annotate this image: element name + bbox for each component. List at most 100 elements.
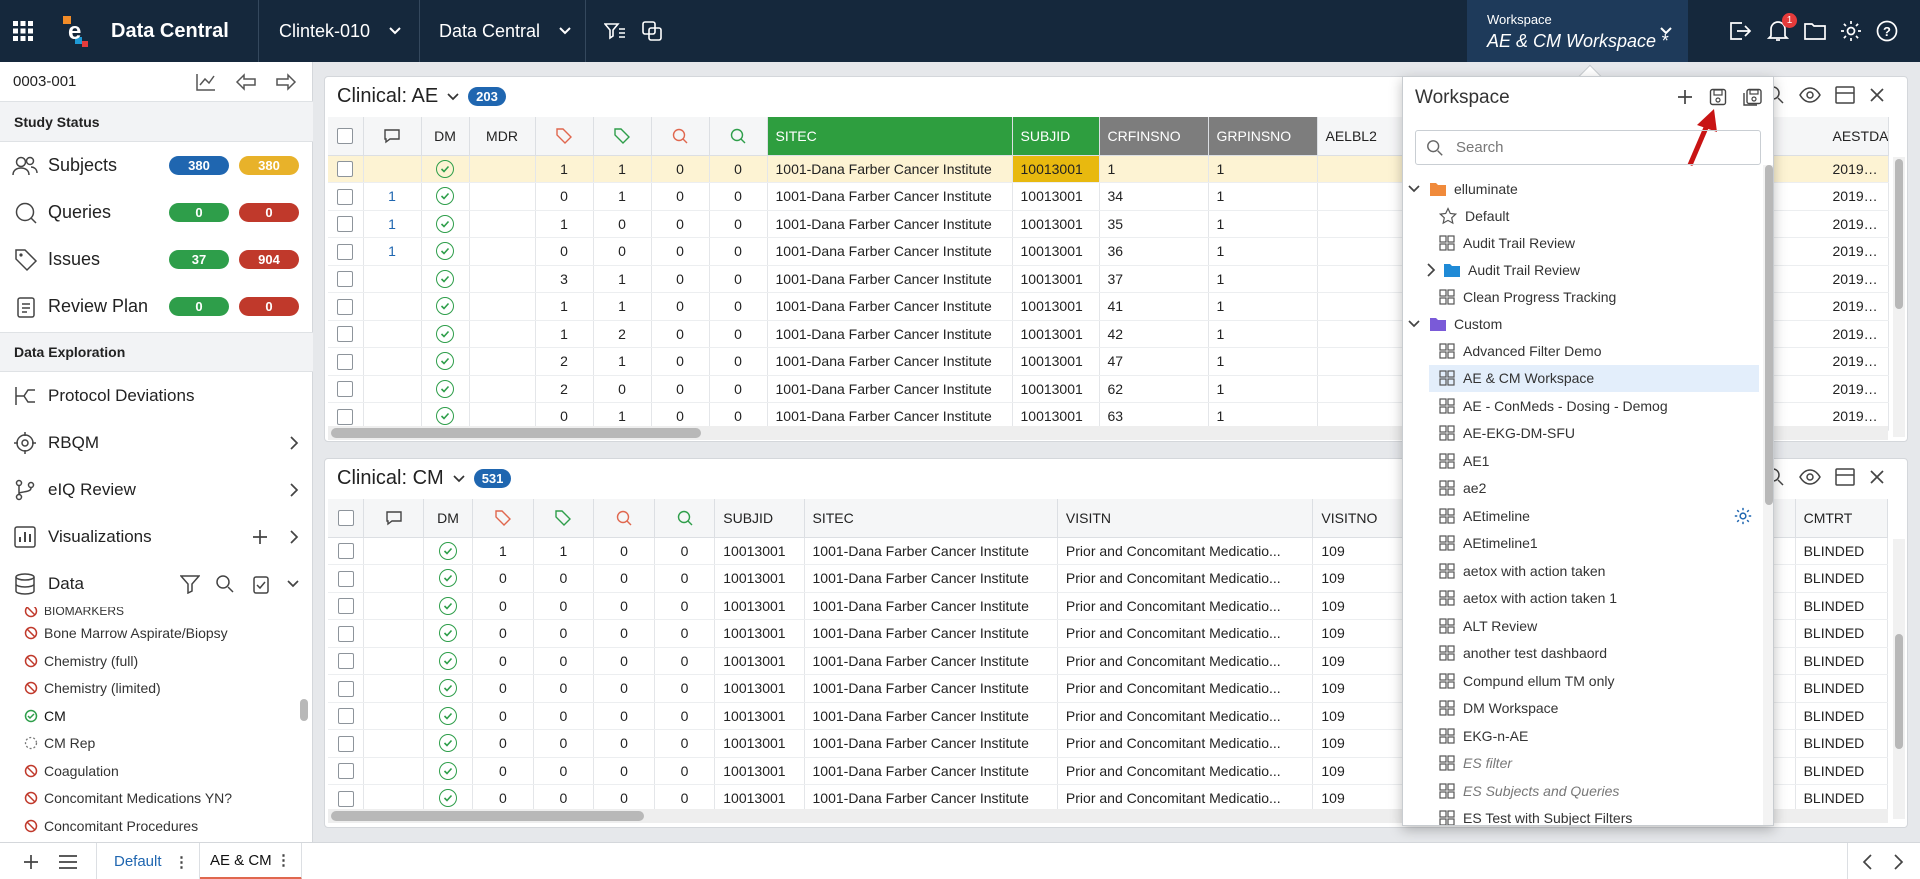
status-subjects[interactable]: Subjects 380 380 (0, 142, 313, 189)
comment-count[interactable] (363, 265, 422, 293)
comment-cell[interactable] (363, 647, 424, 675)
workspace-item[interactable]: AE-EKG-DM-SFU (1429, 420, 1575, 447)
cell[interactable]: 0 (709, 155, 768, 183)
vertical-scrollbar[interactable] (1893, 157, 1905, 437)
search-icon[interactable] (215, 574, 235, 594)
help-icon[interactable]: ? (1876, 0, 1898, 62)
query-header[interactable] (651, 117, 710, 156)
nav-eiq-review[interactable]: eIQ Review (0, 466, 313, 513)
cell[interactable]: 0 (472, 674, 534, 703)
status-queries[interactable]: Queries 0 0 (0, 189, 313, 236)
scroll-thumb[interactable] (331, 428, 701, 438)
cell[interactable]: 0 (533, 702, 595, 730)
column-header[interactable]: SUBJID (1012, 117, 1100, 156)
cell[interactable]: 0 (709, 320, 768, 348)
row-checkbox[interactable] (328, 592, 365, 620)
cell[interactable]: 0 (472, 564, 534, 593)
workspace-item[interactable]: AEtimeline (1429, 502, 1752, 529)
row-checkbox[interactable] (328, 292, 364, 321)
tab-ae-cm[interactable]: AE & CM ⋮ (200, 843, 302, 879)
row-checkbox[interactable] (328, 537, 365, 565)
cell[interactable]: 0 (651, 292, 710, 321)
workspace-item[interactable]: AE & CM Workspace (1429, 364, 1759, 392)
layout-icon[interactable] (1835, 86, 1855, 104)
nav-visualizations[interactable]: Visualizations (0, 513, 313, 560)
workspace-item[interactable]: ES filter (1429, 750, 1512, 777)
cell[interactable]: 1 (533, 537, 595, 565)
row-checkbox[interactable] (328, 647, 365, 675)
column-header[interactable]: VISITN (1057, 499, 1314, 538)
row-checkbox[interactable] (328, 674, 365, 703)
comment-cell[interactable] (363, 674, 424, 703)
cell[interactable]: 1 (472, 537, 534, 565)
issue-tag-header[interactable] (593, 117, 652, 156)
cell[interactable]: 0 (593, 702, 655, 730)
cell[interactable]: 0 (651, 265, 710, 293)
column-header[interactable]: SUBJID (714, 499, 805, 538)
comment-count[interactable] (363, 292, 422, 321)
cell[interactable]: 2 (535, 347, 594, 376)
gear-icon[interactable] (1734, 507, 1752, 525)
workspace-item[interactable]: another test dashbaord (1429, 640, 1607, 667)
cell[interactable]: 0 (654, 592, 716, 620)
cell[interactable]: 0 (651, 155, 710, 183)
tree-item[interactable]: Chemistry (limited) (24, 676, 161, 700)
scroll-thumb[interactable] (1895, 634, 1903, 749)
cell[interactable]: 0 (654, 784, 716, 813)
cell[interactable]: 0 (533, 619, 595, 648)
cell[interactable]: 0 (654, 619, 716, 648)
cell[interactable]: 0 (472, 619, 534, 648)
cell[interactable]: 0 (654, 674, 716, 703)
cell[interactable]: 1 (593, 347, 652, 376)
cell[interactable]: 0 (709, 375, 768, 403)
comments-header[interactable] (363, 499, 424, 538)
workspace-item[interactable]: ES Subjects and Queries (1429, 777, 1619, 804)
cell[interactable]: 0 (651, 347, 710, 376)
cell[interactable]: 0 (472, 647, 534, 675)
clipboard-check-icon[interactable] (252, 574, 270, 594)
tree-item[interactable]: Bone Marrow Aspirate/Biopsy (24, 621, 228, 645)
row-checkbox[interactable] (328, 375, 364, 403)
cell[interactable]: 0 (593, 537, 655, 565)
row-checkbox[interactable] (328, 729, 365, 758)
cell[interactable]: 0 (593, 592, 655, 620)
cell[interactable]: 0 (709, 210, 768, 238)
comments-header[interactable] (363, 117, 422, 156)
cell[interactable]: 0 (593, 619, 655, 648)
study-selector[interactable]: Clintek-010 (279, 0, 402, 62)
close-icon[interactable] (1869, 87, 1885, 103)
sidebar-scrollbar[interactable] (298, 607, 310, 842)
menu-icon[interactable] (58, 853, 78, 871)
scroll-thumb[interactable] (1895, 159, 1903, 309)
row-checkbox[interactable] (328, 784, 365, 813)
arrow-right-icon[interactable] (275, 72, 297, 92)
cell[interactable]: 0 (535, 237, 594, 266)
nav-protocol-deviations[interactable]: Protocol Deviations (0, 372, 313, 419)
save-icon[interactable] (1709, 88, 1727, 106)
row-checkbox[interactable] (328, 265, 364, 293)
chart-line-icon[interactable] (195, 72, 217, 92)
vertical-scrollbar[interactable] (1893, 539, 1905, 819)
cell[interactable]: 1 (593, 265, 652, 293)
folder-elluminate[interactable]: elluminate (1407, 175, 1518, 202)
cell[interactable]: 1 (593, 182, 652, 211)
cell[interactable]: 0 (593, 784, 655, 813)
cell[interactable]: 0 (593, 564, 655, 593)
tree-item[interactable]: Concomitant Procedures (24, 814, 198, 838)
comment-count[interactable] (363, 320, 422, 348)
cell[interactable]: 0 (651, 210, 710, 238)
workspace-item[interactable]: Default (1439, 202, 1509, 229)
cell[interactable]: 1 (593, 155, 652, 183)
eye-icon[interactable] (1799, 468, 1821, 486)
comment-cell[interactable] (363, 757, 424, 785)
comment-cell[interactable] (363, 564, 424, 593)
workspace-item[interactable]: ES Test with Subject Filters (1429, 805, 1632, 825)
layout-icon[interactable] (1835, 468, 1855, 486)
cell[interactable]: 0 (533, 674, 595, 703)
workspace-item[interactable]: EKG-n-AE (1429, 722, 1528, 749)
cell[interactable]: 0 (593, 674, 655, 703)
gear-icon[interactable] (1840, 0, 1862, 62)
cell[interactable]: 0 (533, 729, 595, 758)
column-header[interactable]: SITEC (767, 117, 1013, 156)
comment-count[interactable]: 1 (363, 237, 422, 266)
